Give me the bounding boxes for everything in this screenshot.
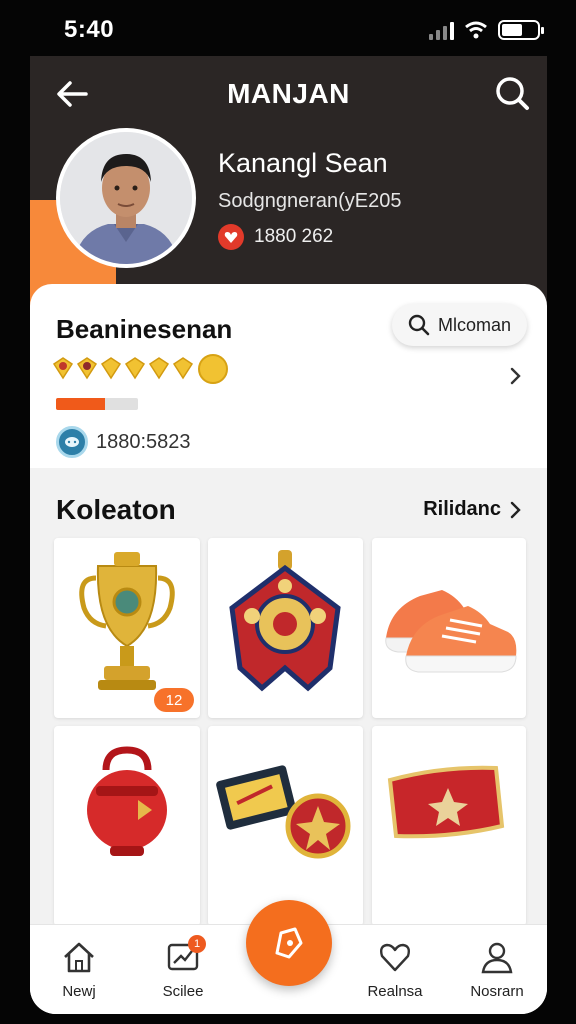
pen-icon	[275, 927, 303, 959]
profile-handle: Sodgngneran(yE205	[218, 190, 402, 212]
tab-label: Scilee	[162, 983, 204, 1000]
tab-label: Realnsa	[367, 983, 423, 1000]
user-icon	[481, 942, 513, 974]
create-button[interactable]	[246, 900, 332, 986]
search-icon	[408, 314, 430, 336]
avatar-photo	[60, 132, 192, 264]
red-case-icon	[387, 765, 505, 839]
badge-icon	[172, 357, 194, 380]
item-count-badge: 12	[154, 688, 194, 712]
plaque-medal-icon	[216, 765, 351, 859]
profile-name: Kanangl Sean	[218, 148, 388, 178]
business-card: Beaninesenan Mlcoman 1880:5823	[30, 284, 547, 468]
banner-emblem-icon	[229, 550, 341, 692]
progress-fill	[56, 398, 106, 410]
badge-icon	[124, 357, 146, 380]
tab-label: Nosrarn	[470, 983, 524, 1000]
coin-icon	[198, 354, 228, 384]
badge-icon	[76, 357, 98, 380]
tab-profile[interactable]: Nosrarn	[452, 937, 542, 1000]
chevron-right-icon	[510, 501, 521, 518]
collection-item-sneakers[interactable]	[372, 538, 526, 718]
collection-title: Koleaton	[56, 494, 176, 525]
notification-badge: 1	[188, 935, 206, 953]
member-id: 1880:5823	[96, 430, 191, 453]
member-id-row: 1880:5823	[56, 426, 191, 458]
collection-item-red-pot[interactable]	[54, 726, 200, 926]
achievement-badges[interactable]	[52, 354, 228, 384]
app-screen: MANJAN Kanangl Sean Sodgngneran(yE205 18…	[30, 56, 547, 1014]
status-time: 5:40	[64, 16, 115, 43]
search-icon[interactable]	[491, 72, 533, 114]
card-title: Beaninesenan	[56, 314, 233, 344]
avatar[interactable]	[56, 128, 196, 268]
level-progress-bar	[56, 398, 138, 410]
battery-icon	[498, 20, 544, 40]
profile-count: 1880 262	[254, 226, 334, 247]
heart-icon	[218, 224, 244, 250]
badge-icon	[100, 357, 122, 380]
status-bar: 5:40	[0, 0, 576, 56]
sneaker-icon	[385, 590, 517, 673]
collection-item-trophy[interactable]: 12	[54, 538, 200, 718]
pill-label: Mlcoman	[437, 314, 511, 335]
profile-header: MANJAN Kanangl Sean Sodgngneran(yE205 18…	[30, 56, 547, 306]
collection-item-red-case[interactable]	[372, 726, 526, 926]
heart-icon	[379, 943, 411, 972]
tab-favorites[interactable]: Realnsa	[350, 937, 440, 1000]
profile-stats: 1880 262	[218, 224, 333, 250]
page-title: MANJAN	[227, 78, 350, 109]
home-icon	[64, 942, 94, 973]
tab-label: Newj	[62, 983, 96, 1000]
wifi-icon	[465, 21, 487, 39]
collection-item-plaque-medal[interactable]	[208, 726, 363, 926]
collection-item-banner[interactable]	[208, 538, 363, 718]
chat-bubble-icon	[56, 426, 88, 458]
tab-home[interactable]: Newj	[34, 937, 124, 1000]
signal-icon	[429, 20, 454, 40]
status-icons	[429, 20, 544, 40]
red-pot-icon	[87, 746, 167, 856]
collection-see-all-link[interactable]: Rilidanc	[423, 498, 523, 521]
chevron-right-icon[interactable]	[509, 366, 523, 386]
welcome-search-button[interactable]: Mlcoman	[391, 304, 527, 346]
tab-stats[interactable]: 1 Scilee	[138, 935, 228, 1000]
badge-icon	[148, 357, 170, 380]
badge-icon	[52, 357, 74, 380]
collection-link-label: Rilidanc	[423, 498, 501, 520]
